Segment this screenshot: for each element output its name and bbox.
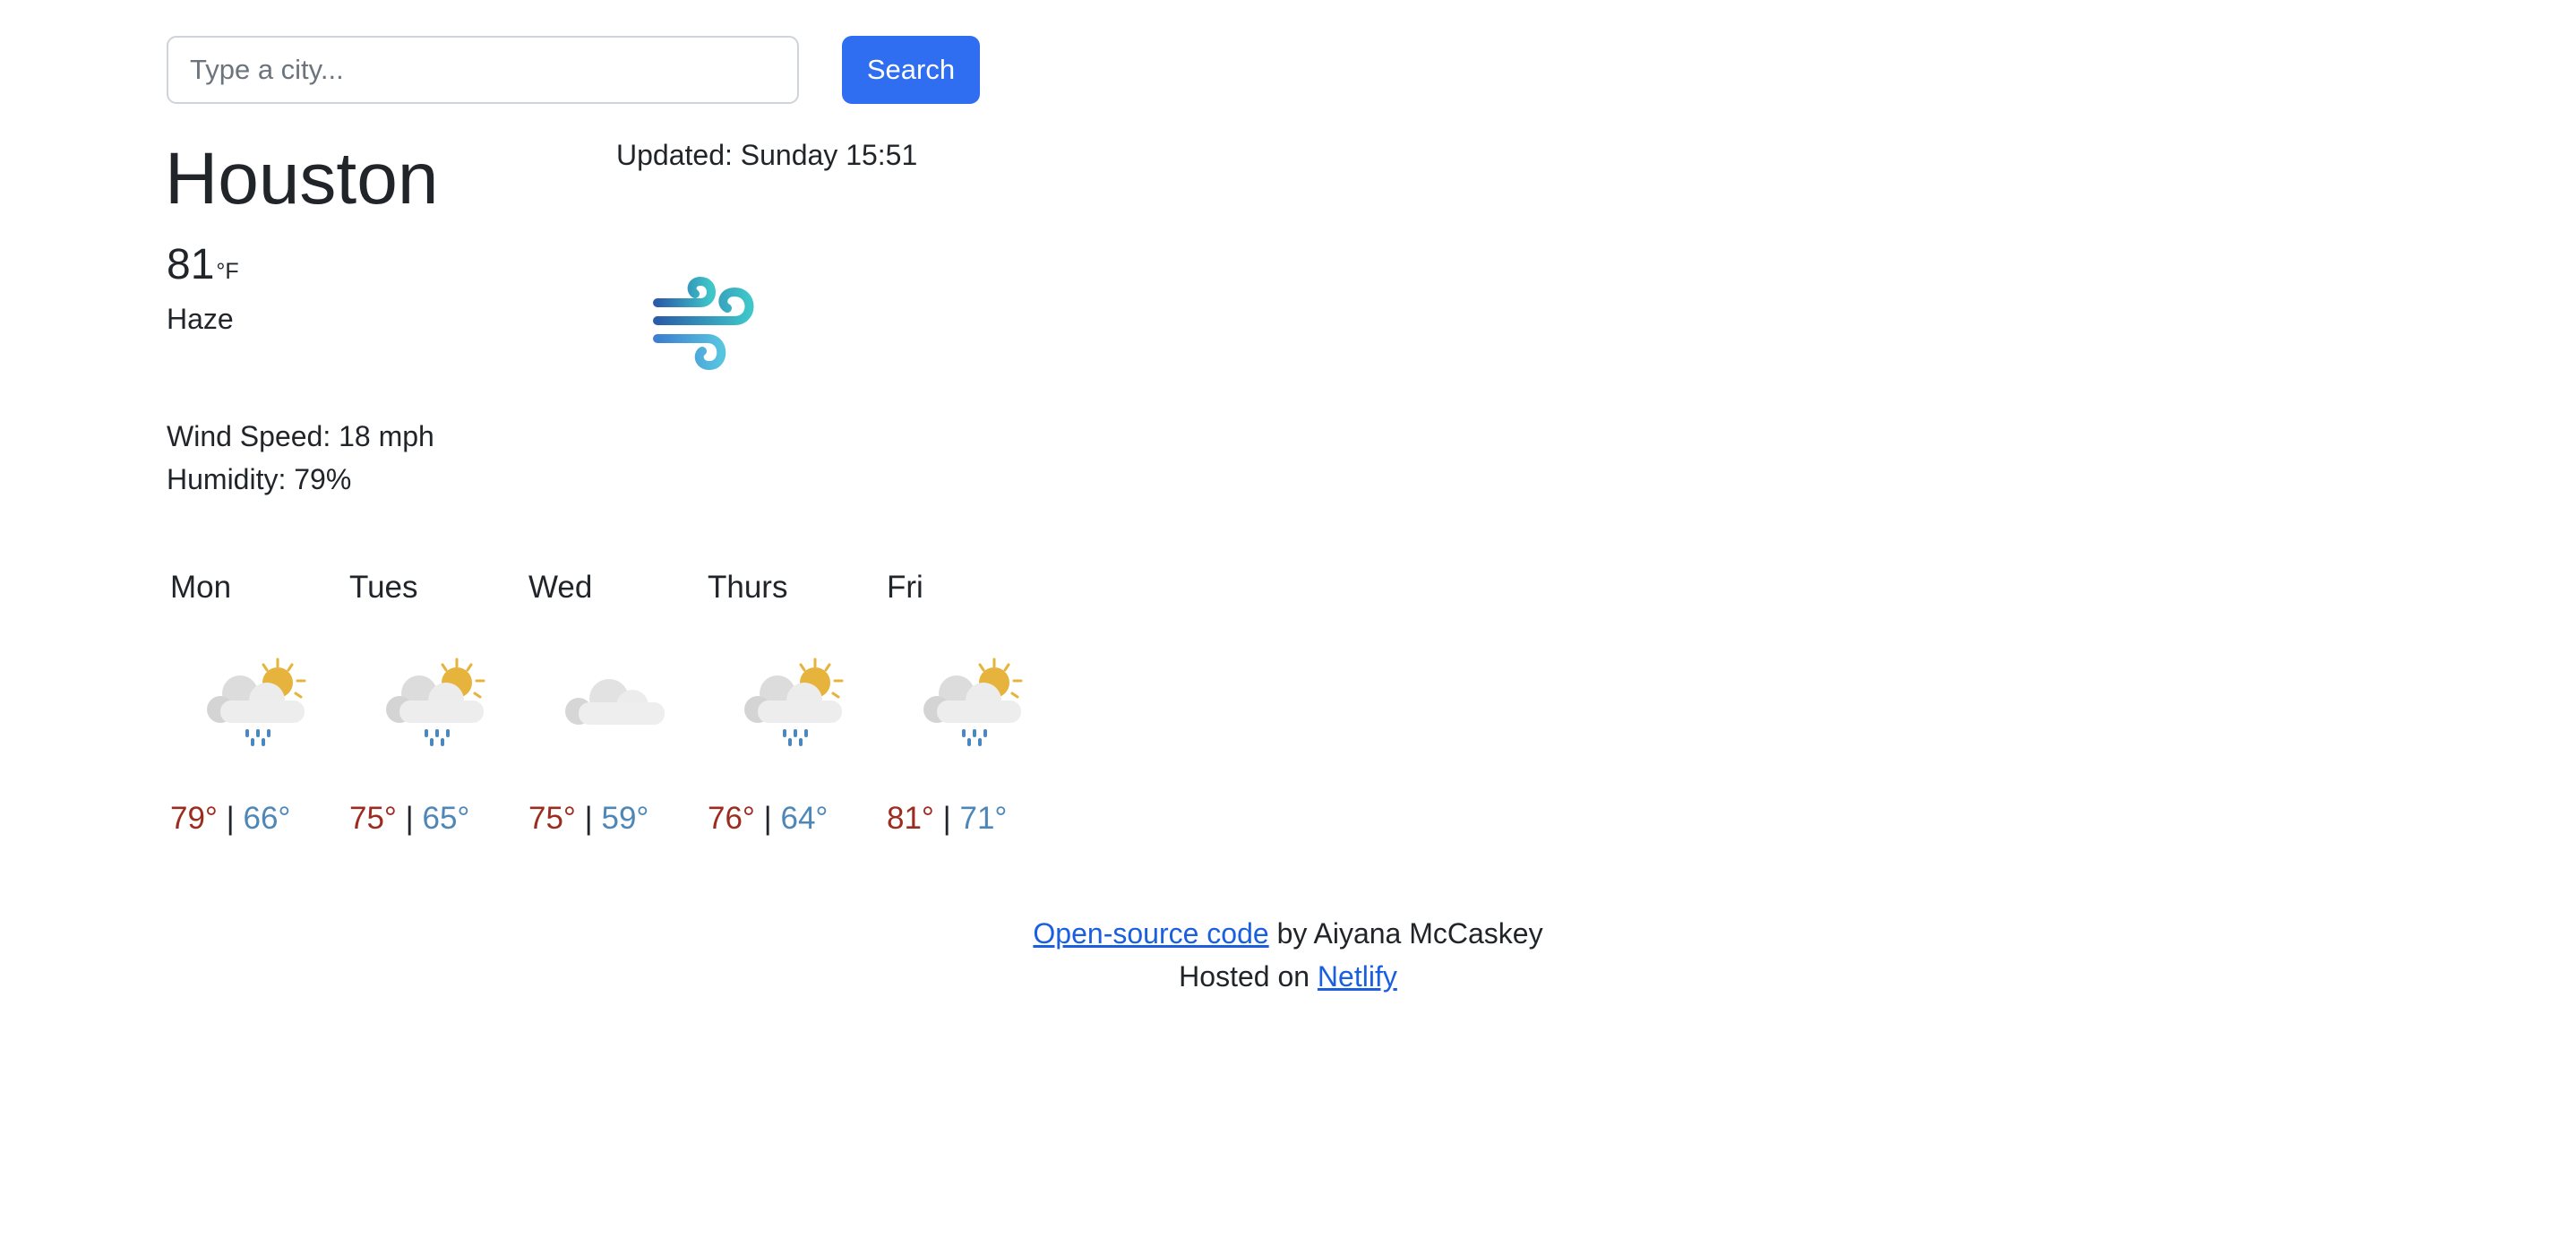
forecast-day-name: Thurs bbox=[708, 570, 788, 605]
open-source-code-link[interactable]: Open-source code bbox=[1033, 917, 1268, 950]
forecast-day-name: Tues bbox=[349, 570, 418, 605]
forecast-day: Mon 79° | 66° bbox=[167, 568, 346, 855]
forecast-low: 64° bbox=[780, 801, 829, 836]
forecast-day: Thurs 76° | 64° bbox=[704, 568, 883, 855]
forecast-day: Tues 75° | 65° bbox=[346, 568, 525, 855]
forecast-day-name: Wed bbox=[528, 570, 593, 605]
temp-separator: | bbox=[584, 801, 593, 836]
rain-sun-cloud-icon bbox=[915, 652, 1030, 767]
temp-separator: | bbox=[226, 801, 235, 836]
forecast-high: 79° bbox=[170, 801, 218, 836]
search-button[interactable]: Search bbox=[842, 36, 980, 104]
forecast-high: 75° bbox=[349, 801, 397, 836]
temp-separator: | bbox=[763, 801, 772, 836]
forecast-low: 66° bbox=[243, 801, 291, 836]
temperature-unit: °F bbox=[216, 259, 239, 284]
weather-description: Haze bbox=[167, 303, 234, 335]
current-temperature: 81°F bbox=[167, 240, 239, 297]
cloud-icon bbox=[557, 652, 672, 767]
forecast-day-name: Fri bbox=[887, 570, 923, 605]
wind-icon bbox=[643, 263, 765, 385]
forecast-temps: 75° | 65° bbox=[349, 799, 469, 838]
forecast-day-name: Mon bbox=[170, 570, 232, 605]
rain-sun-cloud-icon bbox=[199, 652, 313, 767]
forecast-low: 65° bbox=[422, 801, 470, 836]
rain-sun-cloud-icon bbox=[736, 652, 851, 767]
author-credit: by Aiyana McCaskey bbox=[1268, 917, 1543, 950]
humidity: Humidity: 79% bbox=[167, 463, 352, 495]
five-day-forecast: Mon 79° | 66° Tues 75° | 65° Wed 75° | 5… bbox=[167, 568, 1098, 855]
wind-speed: Wind Speed: 18 mph bbox=[167, 420, 434, 452]
forecast-high: 81° bbox=[887, 801, 934, 836]
footer: Open-source code by Aiyana McCaskey Host… bbox=[0, 912, 2576, 998]
city-search-input[interactable] bbox=[167, 36, 799, 104]
forecast-temps: 76° | 64° bbox=[708, 799, 828, 838]
footer-credit: Open-source code by Aiyana McCaskey bbox=[0, 912, 2576, 955]
forecast-high: 75° bbox=[528, 801, 576, 836]
temp-separator: | bbox=[942, 801, 951, 836]
temp-separator: | bbox=[405, 801, 414, 836]
hosted-on-label: Hosted on bbox=[1179, 960, 1318, 993]
temperature-value: 81 bbox=[167, 241, 215, 288]
city-name: Houston bbox=[165, 138, 439, 219]
forecast-temps: 81° | 71° bbox=[887, 799, 1007, 838]
netlify-link[interactable]: Netlify bbox=[1318, 960, 1397, 993]
forecast-low: 71° bbox=[959, 801, 1008, 836]
updated-time: Updated: Sunday 15:51 bbox=[616, 139, 918, 171]
forecast-day: Wed 75° | 59° bbox=[525, 568, 704, 855]
forecast-temps: 75° | 59° bbox=[528, 799, 648, 838]
forecast-low: 59° bbox=[601, 801, 649, 836]
footer-hosting: Hosted on Netlify bbox=[0, 955, 2576, 998]
forecast-temps: 79° | 66° bbox=[170, 799, 290, 838]
forecast-high: 76° bbox=[708, 801, 755, 836]
forecast-day: Fri 81° | 71° bbox=[883, 568, 1062, 855]
rain-sun-cloud-icon bbox=[378, 652, 493, 767]
